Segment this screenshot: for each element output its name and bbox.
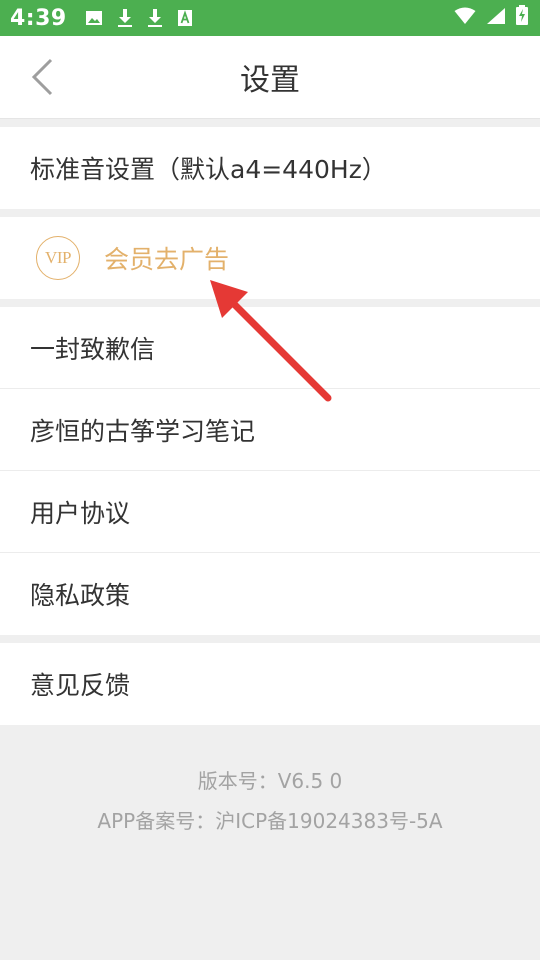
study-notes-label: 彦恒的古筝学习笔记 <box>30 416 256 446</box>
section-gap <box>0 299 540 307</box>
page-title: 设置 <box>240 63 300 98</box>
privacy-policy-row[interactable]: 隐私政策 <box>0 553 540 635</box>
apology-letter-row[interactable]: 一封致歉信 <box>0 307 540 389</box>
feedback-row[interactable]: 意见反馈 <box>0 643 540 725</box>
study-notes-row[interactable]: 彦恒的古筝学习笔记 <box>0 389 540 471</box>
back-button[interactable] <box>24 56 60 98</box>
section-gap <box>0 635 540 643</box>
battery-charging-icon <box>516 5 528 31</box>
feedback-label: 意见反馈 <box>30 671 131 700</box>
download-icon <box>117 8 133 28</box>
version-text: 版本号：V6.5 0 <box>197 769 343 793</box>
footer: 版本号：V6.5 0 APP备案号：沪ICP备19024383号-5A <box>0 725 540 841</box>
image-notification-icon <box>85 9 103 27</box>
tuning-setting-row[interactable]: 标准音设置（默认a4=440Hz） <box>0 127 540 209</box>
filing-number-text: APP备案号：沪ICP备19024383号-5A <box>97 809 443 833</box>
status-time: 4:39 <box>10 5 67 31</box>
text-a-icon <box>177 9 193 27</box>
status-bar: 4:39 <box>0 0 540 36</box>
apology-letter-label: 一封致歉信 <box>30 334 156 364</box>
signal-icon <box>486 6 506 31</box>
vip-icon: VIP <box>36 236 80 280</box>
privacy-policy-label: 隐私政策 <box>30 581 131 610</box>
section-gap <box>0 119 540 127</box>
status-right <box>454 5 528 31</box>
app-bar: 设置 <box>0 36 540 119</box>
download-icon <box>147 8 163 28</box>
user-agreement-row[interactable]: 用户协议 <box>0 471 540 553</box>
user-agreement-label: 用户协议 <box>30 498 131 528</box>
vip-remove-ads-label: 会员去广告 <box>104 245 230 274</box>
back-chevron-icon <box>31 58 53 96</box>
tuning-setting-label: 标准音设置（默认a4=440Hz） <box>30 155 387 184</box>
wifi-icon <box>454 6 476 31</box>
vip-remove-ads-row[interactable]: VIP 会员去广告 <box>0 217 540 299</box>
section-gap <box>0 209 540 217</box>
